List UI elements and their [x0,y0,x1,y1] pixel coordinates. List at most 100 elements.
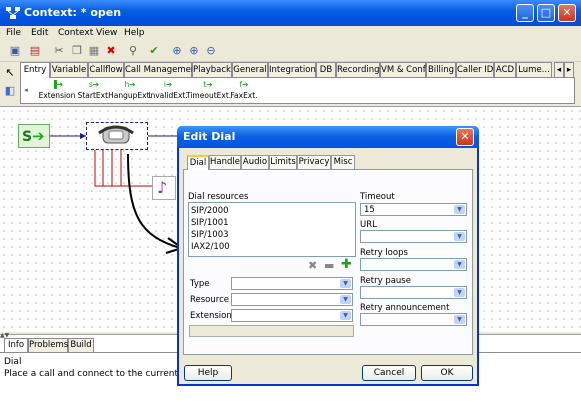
fax-ext-icon: f➔ [239,80,249,89]
menu-file[interactable]: File [6,28,21,38]
window-title-bar: Context: * open _ □ ✕ [0,0,581,26]
palette-scroll-left-icon[interactable]: ◂ [21,78,31,103]
retry-pause-select[interactable]: ▼ [360,286,467,299]
save-icon[interactable]: ▣ [8,44,22,58]
start-arrow-icon: ➔ [32,127,45,145]
delete-icon[interactable]: ✖ [104,44,118,58]
palette-tab-callflow[interactable]: Callflow [88,62,124,77]
retry-announcement-label: Retry announcement [360,303,450,313]
url-label: URL [360,220,377,230]
info-title: Dial [4,357,22,367]
palette-tab-playback[interactable]: Playback [192,62,232,77]
list-item[interactable]: SIP/2000 [191,205,353,217]
maximize-button[interactable]: □ [537,4,555,22]
connector-red-1 [94,148,152,187]
resource-label: Resource [190,295,229,305]
palette-tab-billing[interactable]: Billing [426,62,456,77]
phone-icon [98,125,134,144]
palette-tab-integration[interactable]: Integration [268,62,316,77]
close-button[interactable]: ✕ [558,4,576,22]
select-tool-icon[interactable]: ↖ [3,66,17,80]
menu-help[interactable]: Help [124,28,145,38]
menu-view[interactable]: View [96,28,117,38]
tab-scroll-left-icon[interactable]: ◂ [554,62,564,77]
retry-pause-label: Retry pause [360,276,411,286]
find-icon[interactable]: ⚲ [126,44,140,58]
info-tab-problems[interactable]: Problems [28,338,68,352]
ok-button[interactable]: OK [421,365,473,381]
comment-resource-icon[interactable]: ▬ [324,259,334,272]
palette-tab-variable[interactable]: Variable [50,62,88,77]
type-select[interactable]: ▼ [231,277,353,290]
resource-apply-field[interactable] [189,325,354,337]
retry-loops-label: Retry loops [360,248,408,258]
menu-context[interactable]: Context [58,28,93,38]
retry-announcement-select[interactable]: ▼ [360,313,467,326]
retry-loops-select[interactable]: ▼ [360,258,467,271]
list-item[interactable]: IAX2/100 [191,241,353,253]
chevron-down-icon: ▼ [454,232,465,241]
menu-bar: File Edit Context View Help [0,26,581,42]
palette-tab-db[interactable]: DB [316,62,336,77]
palette-tab-vm-conf[interactable]: VM & Conf [380,62,426,77]
connector-tool-icon[interactable]: ◧ [3,84,17,98]
remove-resource-icon[interactable]: ✖ [308,259,317,272]
timeout-select[interactable]: 15 ▼ [360,203,467,216]
info-tab-build[interactable]: Build [68,338,94,352]
palette-tab-acd[interactable]: ACD [494,62,516,77]
palette-tab-more[interactable]: Lume... [516,62,552,77]
chevron-down-icon: ▼ [454,260,465,269]
dialog-tab-misc[interactable]: Misc [331,155,355,169]
list-item[interactable]: SIP/1001 [191,217,353,229]
zoom-out-icon[interactable]: ⊖ [204,44,218,58]
export-icon[interactable]: ▤ [28,44,42,58]
add-resource-icon[interactable]: ✚ [341,257,352,272]
zoom-fit-icon[interactable]: ⊕ [170,44,184,58]
dial-resources-label: Dial resources [188,192,249,202]
palette-tab-call-management[interactable]: Call Management [124,62,200,77]
playback-node[interactable]: ♪ [152,176,176,200]
dialog-close-button[interactable]: ✕ [456,128,474,146]
app-icon [5,5,21,21]
palette-tab-general[interactable]: General [232,62,268,77]
cancel-button[interactable]: Cancel [362,365,416,381]
music-note-icon: ♪ [157,178,168,197]
dial-node[interactable] [86,122,148,150]
dialog-tab-limits[interactable]: Limits [269,155,297,169]
dialog-tab-privacy[interactable]: Privacy [297,155,331,169]
zoom-in-icon[interactable]: ⊕ [187,44,201,58]
menu-edit[interactable]: Edit [31,28,48,38]
paste-icon[interactable]: ▦ [87,44,101,58]
copy-icon[interactable]: ❐ [70,44,84,58]
tab-scroll-right-icon[interactable]: ▸ [564,62,574,77]
dial-resources-list[interactable]: SIP/2000 SIP/1001 SIP/1003 IAX2/100 [188,202,356,257]
minimize-button[interactable]: _ [516,4,534,22]
type-label: Type [190,279,210,289]
chevron-down-icon: ▼ [454,288,465,297]
palette-item-invalid-ext[interactable]: i➔ InvalidExt. [146,80,190,100]
palette-tab-caller-id[interactable]: Caller ID [456,62,494,77]
collapse-icon[interactable]: ▲▼ [0,332,12,339]
extension-label: Extension [190,311,232,321]
extension-select[interactable]: ▼ [231,309,353,322]
palette-tab-entry[interactable]: Entry [20,62,50,78]
resource-select[interactable]: ▼ [231,293,353,306]
chevron-down-icon: ▼ [454,205,465,214]
dialog-tab-dial[interactable]: Dial [187,155,209,170]
url-select[interactable]: ▼ [360,230,467,243]
palette-tab-recording[interactable]: Recording [336,62,380,77]
start-node[interactable]: S ➔ [18,124,50,148]
info-tab-info[interactable]: Info [4,338,28,352]
dialog-tab-audio[interactable]: Audio [241,155,269,169]
cut-icon[interactable]: ✂ [52,44,66,58]
dialog-tab-handle[interactable]: Handle [209,155,241,169]
toolbar: ▣ ▤ ✂ ❐ ▦ ✖ ⚲ ✔ ⊕ ⊕ ⊖ [0,42,581,62]
invalid-ext-icon: i➔ [163,80,173,89]
list-item[interactable]: SIP/1003 [191,229,353,241]
help-button[interactable]: Help [184,365,232,381]
palette-item-fax-ext[interactable]: f➔ FaxExt. [222,80,266,100]
dialog-title-bar: Edit Dial ✕ [177,126,479,148]
start-node-label: S [22,129,33,145]
dialog-title: Edit Dial [183,130,236,143]
validate-icon[interactable]: ✔ [147,44,161,58]
